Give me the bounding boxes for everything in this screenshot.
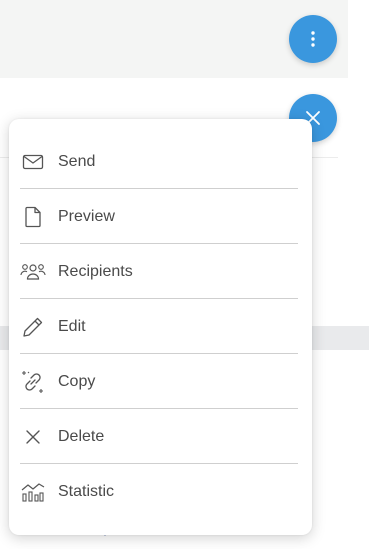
- menu-item-delete[interactable]: Delete: [20, 409, 298, 464]
- menu-item-preview[interactable]: Preview: [20, 189, 298, 244]
- envelope-icon: [20, 149, 46, 175]
- chart-icon: [20, 479, 46, 505]
- menu-item-label: Preview: [58, 207, 115, 225]
- document-icon: [20, 204, 46, 230]
- menu-item-label: Send: [58, 152, 96, 170]
- menu-item-label: Copy: [58, 372, 96, 390]
- menu-item-copy[interactable]: Copy: [20, 354, 298, 409]
- people-icon: [20, 259, 46, 285]
- menu-item-label: Edit: [58, 317, 86, 335]
- pencil-icon: [20, 314, 46, 340]
- menu-item-send[interactable]: Send: [20, 134, 298, 189]
- copy-link-icon: [20, 369, 46, 395]
- menu-item-label: Recipients: [58, 262, 133, 280]
- x-icon: [20, 424, 46, 450]
- more-options-button[interactable]: [289, 15, 337, 63]
- menu-item-statistic[interactable]: Statistic: [20, 464, 298, 519]
- actions-menu: Send Preview Recipients Edit Copy Delete: [9, 119, 312, 535]
- vertical-dots-icon: [311, 31, 315, 47]
- menu-item-label: Statistic: [58, 482, 115, 500]
- menu-item-edit[interactable]: Edit: [20, 299, 298, 354]
- menu-item-label: Delete: [58, 427, 105, 445]
- menu-item-recipients[interactable]: Recipients: [20, 244, 298, 299]
